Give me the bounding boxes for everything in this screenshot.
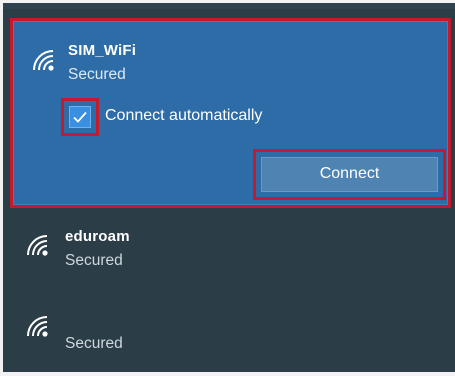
connect-automatically-highlight xyxy=(61,98,99,136)
network-item-hidden[interactable]: Secured xyxy=(10,296,451,376)
network-item-eduroam[interactable]: eduroam Secured xyxy=(10,216,451,296)
network-item-sim-wifi[interactable]: SIM_WiFi Secured Connect automatically C… xyxy=(10,18,451,208)
wifi-signal-icon xyxy=(25,314,51,340)
network-status: Secured xyxy=(65,252,123,269)
connect-automatically-label[interactable]: Connect automatically xyxy=(105,107,262,125)
network-status: Secured xyxy=(68,66,126,83)
network-name: SIM_WiFi xyxy=(68,42,137,59)
wifi-signal-icon xyxy=(31,48,57,74)
checkmark-icon xyxy=(73,111,87,123)
connect-automatically-checkbox[interactable] xyxy=(69,106,91,128)
network-name: eduroam xyxy=(65,228,130,245)
wifi-signal-icon xyxy=(25,233,51,259)
panel-top-edge xyxy=(3,3,455,9)
connect-button-highlight: Connect xyxy=(253,149,446,200)
network-status: Secured xyxy=(65,335,123,352)
connect-button[interactable]: Connect xyxy=(261,157,438,192)
